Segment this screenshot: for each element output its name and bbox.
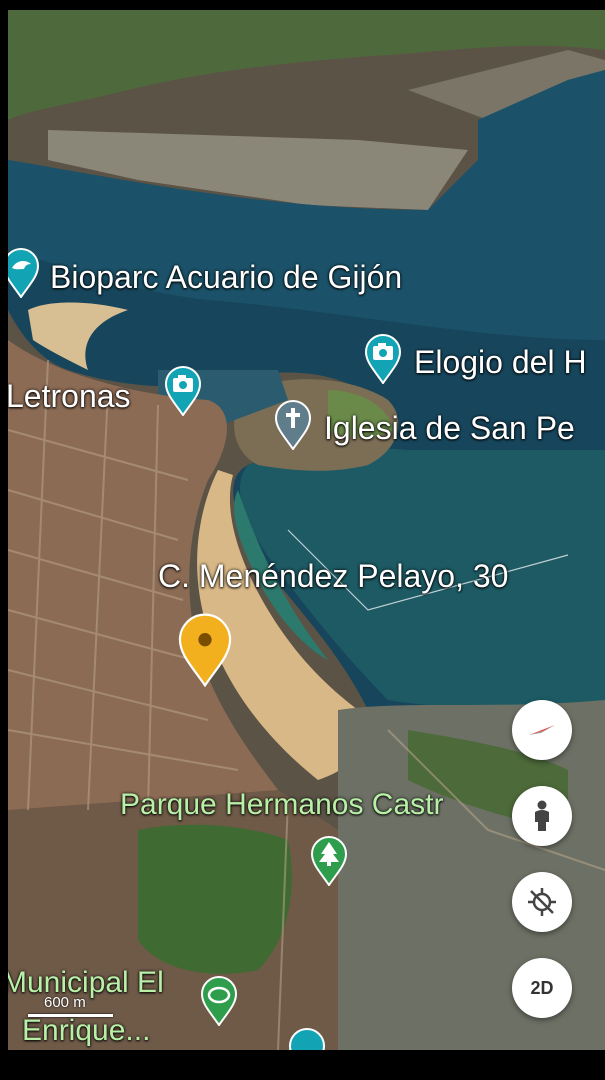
view-mode-label: 2D <box>530 977 554 998</box>
my-location-button[interactable] <box>512 872 572 932</box>
place-label-letronas[interactable]: Letronas <box>8 378 131 415</box>
scale-label: 600 m <box>44 994 86 1011</box>
place-label-bioparc[interactable]: Bioparc Acuario de Gijón <box>50 259 402 296</box>
street-view-button[interactable] <box>512 786 572 846</box>
place-label-iglesia[interactable]: Iglesia de San Pe <box>324 410 575 447</box>
compass-icon <box>529 725 555 735</box>
stadium-label-line2[interactable]: Enrique... <box>22 1014 150 1048</box>
tree-icon[interactable] <box>310 836 348 886</box>
address-label[interactable]: C. Menéndez Pelayo, 30 <box>158 558 508 595</box>
pegman-icon <box>535 800 549 831</box>
camera-icon[interactable] <box>164 366 202 416</box>
park-label[interactable]: Parque Hermanos Castr <box>120 788 443 822</box>
location-marker-icon[interactable] <box>177 613 233 687</box>
view-mode-2d-button[interactable]: 2D <box>512 958 572 1018</box>
scale-bar <box>28 1014 113 1017</box>
map-viewport[interactable]: Bioparc Acuario de Gijón Elogio del H Le… <box>8 10 605 1050</box>
place-label-elogio[interactable]: Elogio del H <box>414 344 587 381</box>
location-off-icon <box>528 888 556 916</box>
camera-icon[interactable] <box>364 334 402 384</box>
dolphin-icon[interactable] <box>8 248 40 298</box>
cross-icon[interactable] <box>274 400 312 450</box>
stadium-icon[interactable] <box>200 976 238 1026</box>
map-pin-icon[interactable] <box>288 1028 326 1050</box>
compass-button[interactable] <box>512 700 572 760</box>
